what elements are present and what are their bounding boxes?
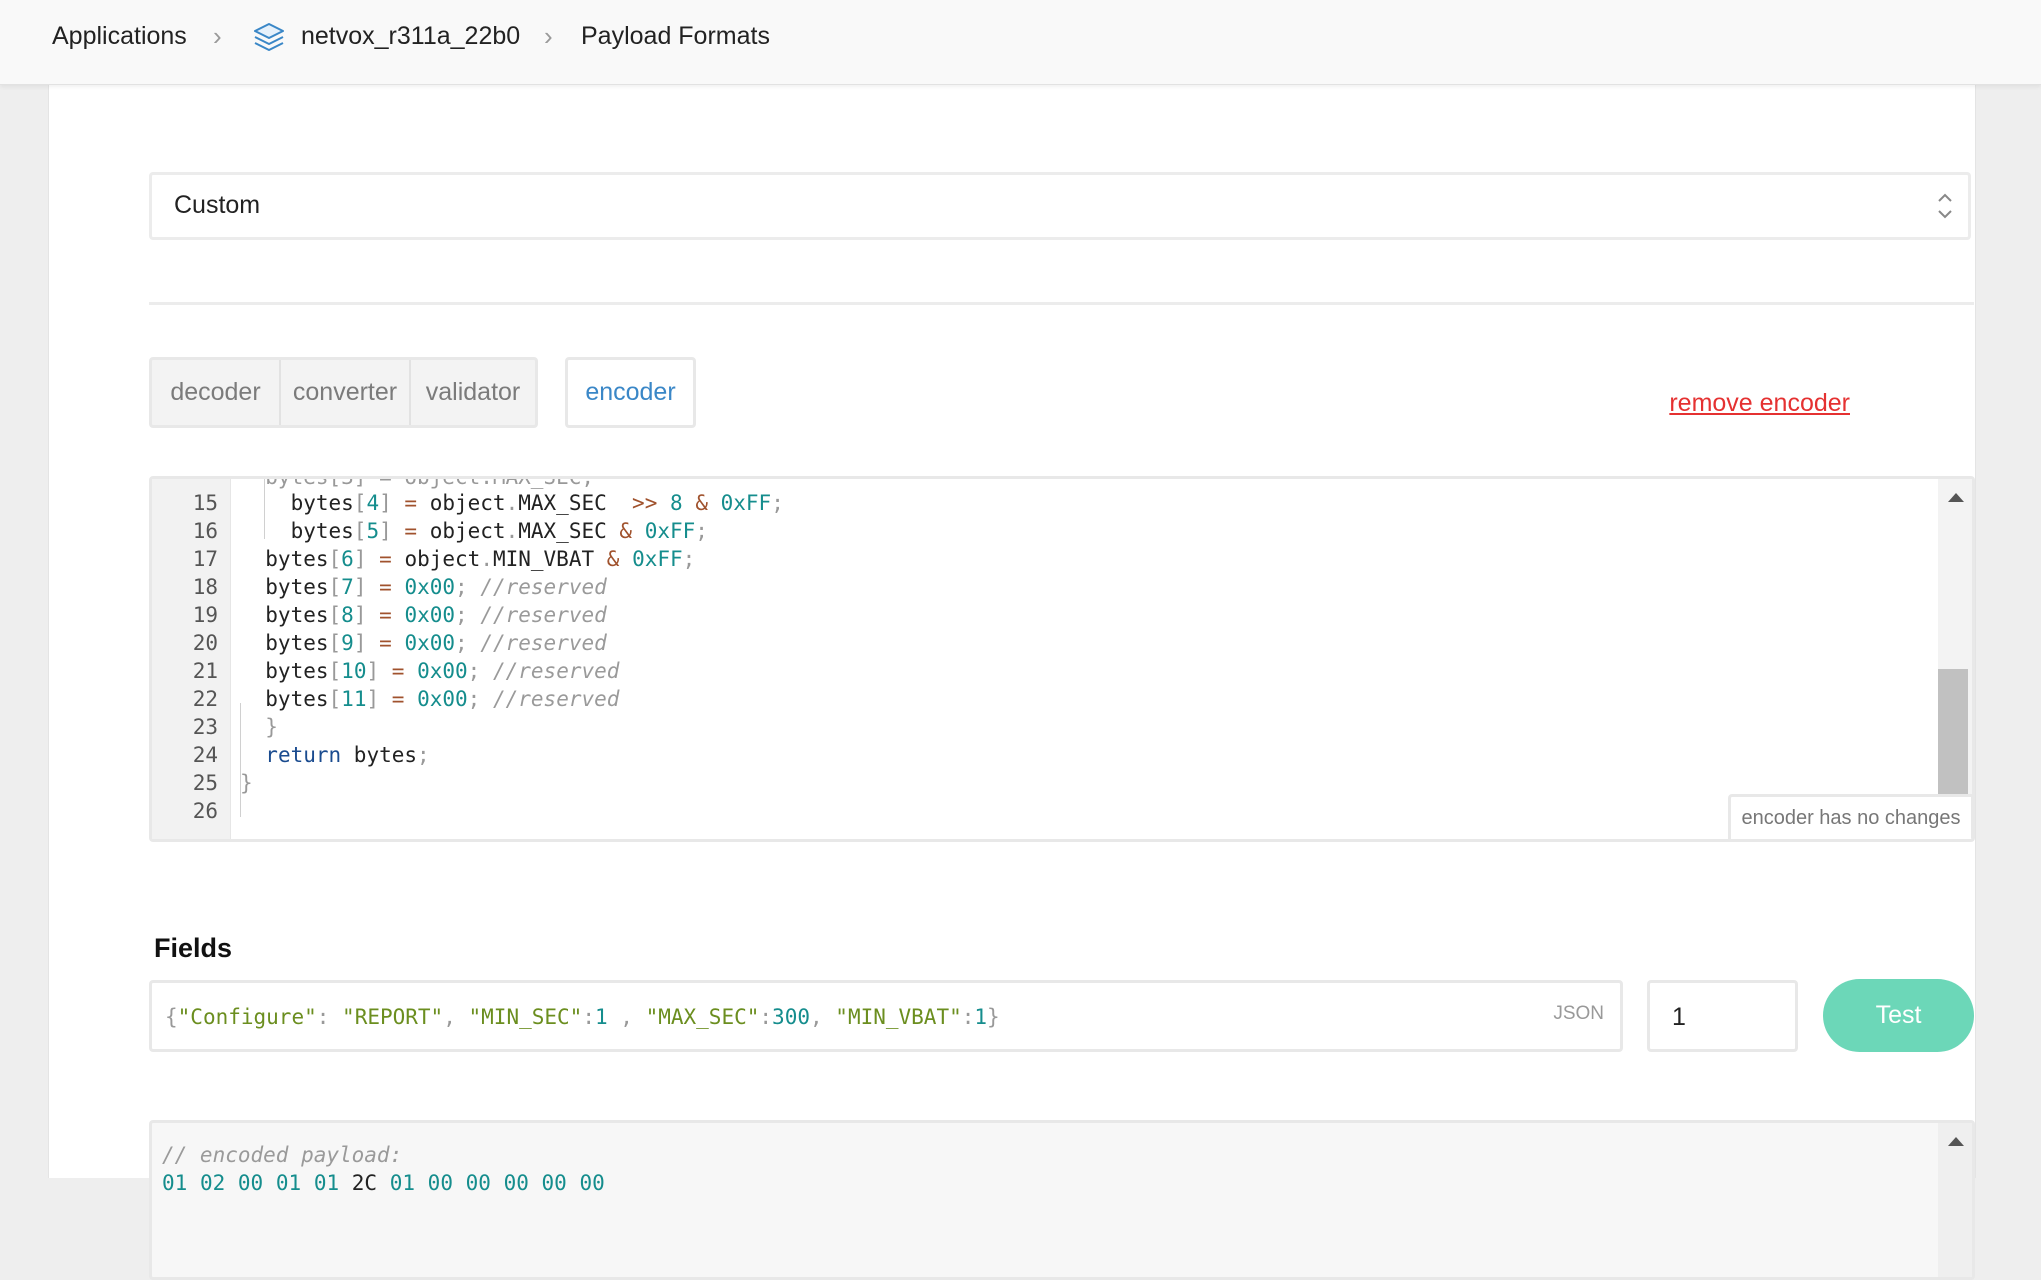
- top-bar: Applications › netvox_r311a_22b0 › Paylo…: [0, 0, 2041, 85]
- breadcrumb-separator: ›: [213, 21, 222, 51]
- breadcrumb-current-page: Payload Formats: [581, 22, 770, 50]
- test-button[interactable]: Test: [1823, 979, 1974, 1052]
- line-number: 25: [192, 771, 218, 795]
- line-number: 17: [192, 547, 218, 571]
- port-input[interactable]: 1: [1647, 980, 1798, 1052]
- payload-byte: 00: [237, 1171, 264, 1195]
- format-select-value: Custom: [174, 191, 261, 219]
- line-number: 16: [192, 519, 218, 543]
- line-number: 24: [192, 743, 218, 767]
- code-line: bytes[9] = 0x00; //reserved: [240, 631, 607, 655]
- breadcrumb-applications[interactable]: Applications: [52, 18, 187, 54]
- line-number: 21: [192, 659, 218, 683]
- code-line: }: [265, 715, 278, 739]
- editor-scrollbar[interactable]: [1938, 479, 1972, 839]
- payload-byte: 01: [389, 1171, 416, 1195]
- breadcrumb-app[interactable]: netvox_r311a_22b0: [301, 18, 520, 54]
- line-number: 23: [192, 715, 218, 739]
- breadcrumb-separator: ›: [544, 21, 553, 51]
- scroll-up-arrow-icon[interactable]: [1948, 493, 1964, 502]
- code-line: }: [240, 771, 253, 795]
- code-line: return bytes;: [265, 743, 430, 767]
- remove-encoder-link[interactable]: remove encoder: [1669, 389, 1850, 418]
- port-input-value: 1: [1672, 1003, 1686, 1031]
- line-number: 19: [192, 603, 218, 627]
- json-input-value: {"Configure": "REPORT", "MIN_SEC":1 , "M…: [165, 1005, 1000, 1029]
- payload-byte: 01: [275, 1171, 302, 1195]
- tab-converter[interactable]: converter: [281, 360, 409, 425]
- editor-status: encoder has no changes: [1728, 794, 1972, 839]
- code-line: bytes[7] = 0x00; //reserved: [240, 575, 607, 599]
- code-line: bytes[5] = object.MAX_SEC & 0xFF;: [240, 519, 708, 543]
- scrollbar-thumb[interactable]: [1938, 669, 1968, 795]
- payload-byte: 00: [427, 1171, 453, 1195]
- code-line: bytes[6] = object.MIN_VBAT & 0xFF;: [240, 547, 696, 571]
- line-number: 26: [192, 799, 218, 823]
- payload-byte: 00: [541, 1171, 567, 1195]
- fields-json-input[interactable]: {"Configure": "REPORT", "MIN_SEC":1 , "M…: [149, 980, 1623, 1052]
- encoder-code-editor[interactable]: bytes[3] = object.MAX_SEC; 15 16 17 18 1…: [149, 476, 1975, 842]
- fields-title: Fields: [154, 933, 233, 963]
- code-line: bytes[4] = object.MAX_SEC >> 8 & 0xFF;: [240, 491, 784, 515]
- encoded-payload-output: // encoded payload: 01 02 00 01 01 2C 01…: [149, 1120, 1975, 1280]
- section-divider: [149, 302, 1974, 305]
- function-tabs: decoder converter validator: [149, 357, 538, 428]
- line-number: 20: [192, 631, 218, 655]
- format-select[interactable]: Custom: [149, 172, 1971, 240]
- scroll-up-arrow-icon[interactable]: [1948, 1137, 1964, 1146]
- payload-byte: 00: [503, 1171, 529, 1195]
- output-comment: // encoded payload:: [162, 1143, 403, 1167]
- layers-icon: [254, 23, 284, 51]
- line-number: 15: [192, 491, 218, 515]
- payload-byte: 01: [313, 1171, 340, 1195]
- line-number: 18: [192, 575, 218, 599]
- json-format-tag: JSON: [1553, 1003, 1604, 1024]
- code-line: bytes[11] = 0x00; //reserved: [240, 687, 620, 711]
- payload-byte: 02: [199, 1171, 226, 1195]
- output-bytes: 01 02 00 01 01 2C 01 00 00 00 00 00: [162, 1169, 605, 1197]
- code-line: bytes[10] = 0x00; //reserved: [240, 659, 620, 683]
- tab-decoder[interactable]: decoder: [152, 360, 279, 425]
- tab-validator[interactable]: validator: [411, 360, 535, 425]
- payload-byte: 00: [579, 1171, 605, 1195]
- payload-byte: 2C: [351, 1171, 378, 1195]
- select-chevrons-icon: [1938, 193, 1952, 219]
- line-number: 22: [192, 687, 218, 711]
- tab-encoder[interactable]: encoder: [565, 357, 696, 428]
- code-line: bytes[8] = 0x00; //reserved: [240, 603, 607, 627]
- payload-byte: 00: [465, 1171, 491, 1195]
- payload-byte: 01: [162, 1171, 188, 1195]
- payload-formats-card: Custom decoder converter validator encod…: [48, 84, 1976, 1280]
- output-scrollbar[interactable]: [1938, 1123, 1972, 1277]
